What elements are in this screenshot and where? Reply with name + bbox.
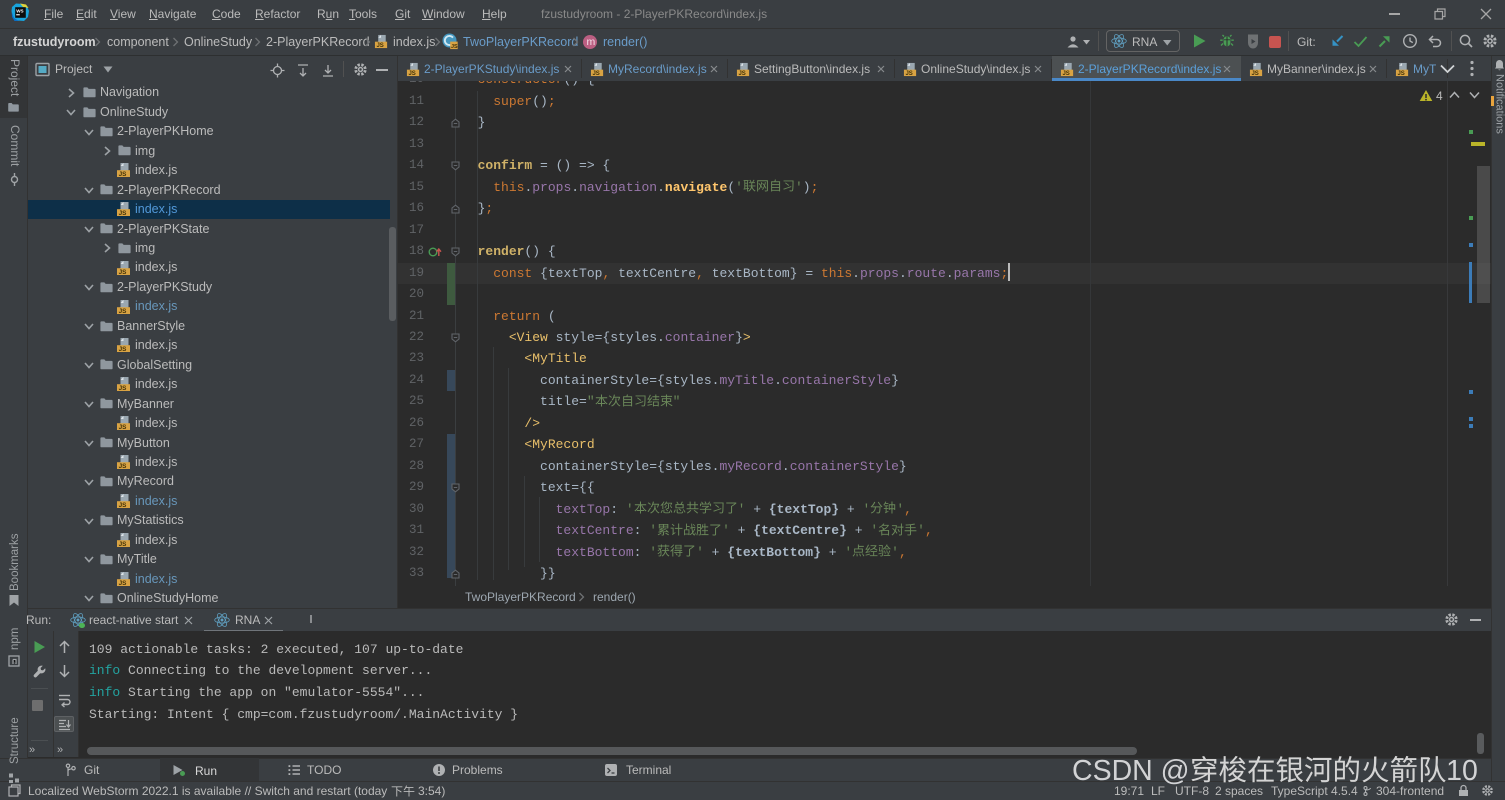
- svg-text:JS: JS: [451, 44, 458, 50]
- svg-text:WS: WS: [16, 8, 23, 13]
